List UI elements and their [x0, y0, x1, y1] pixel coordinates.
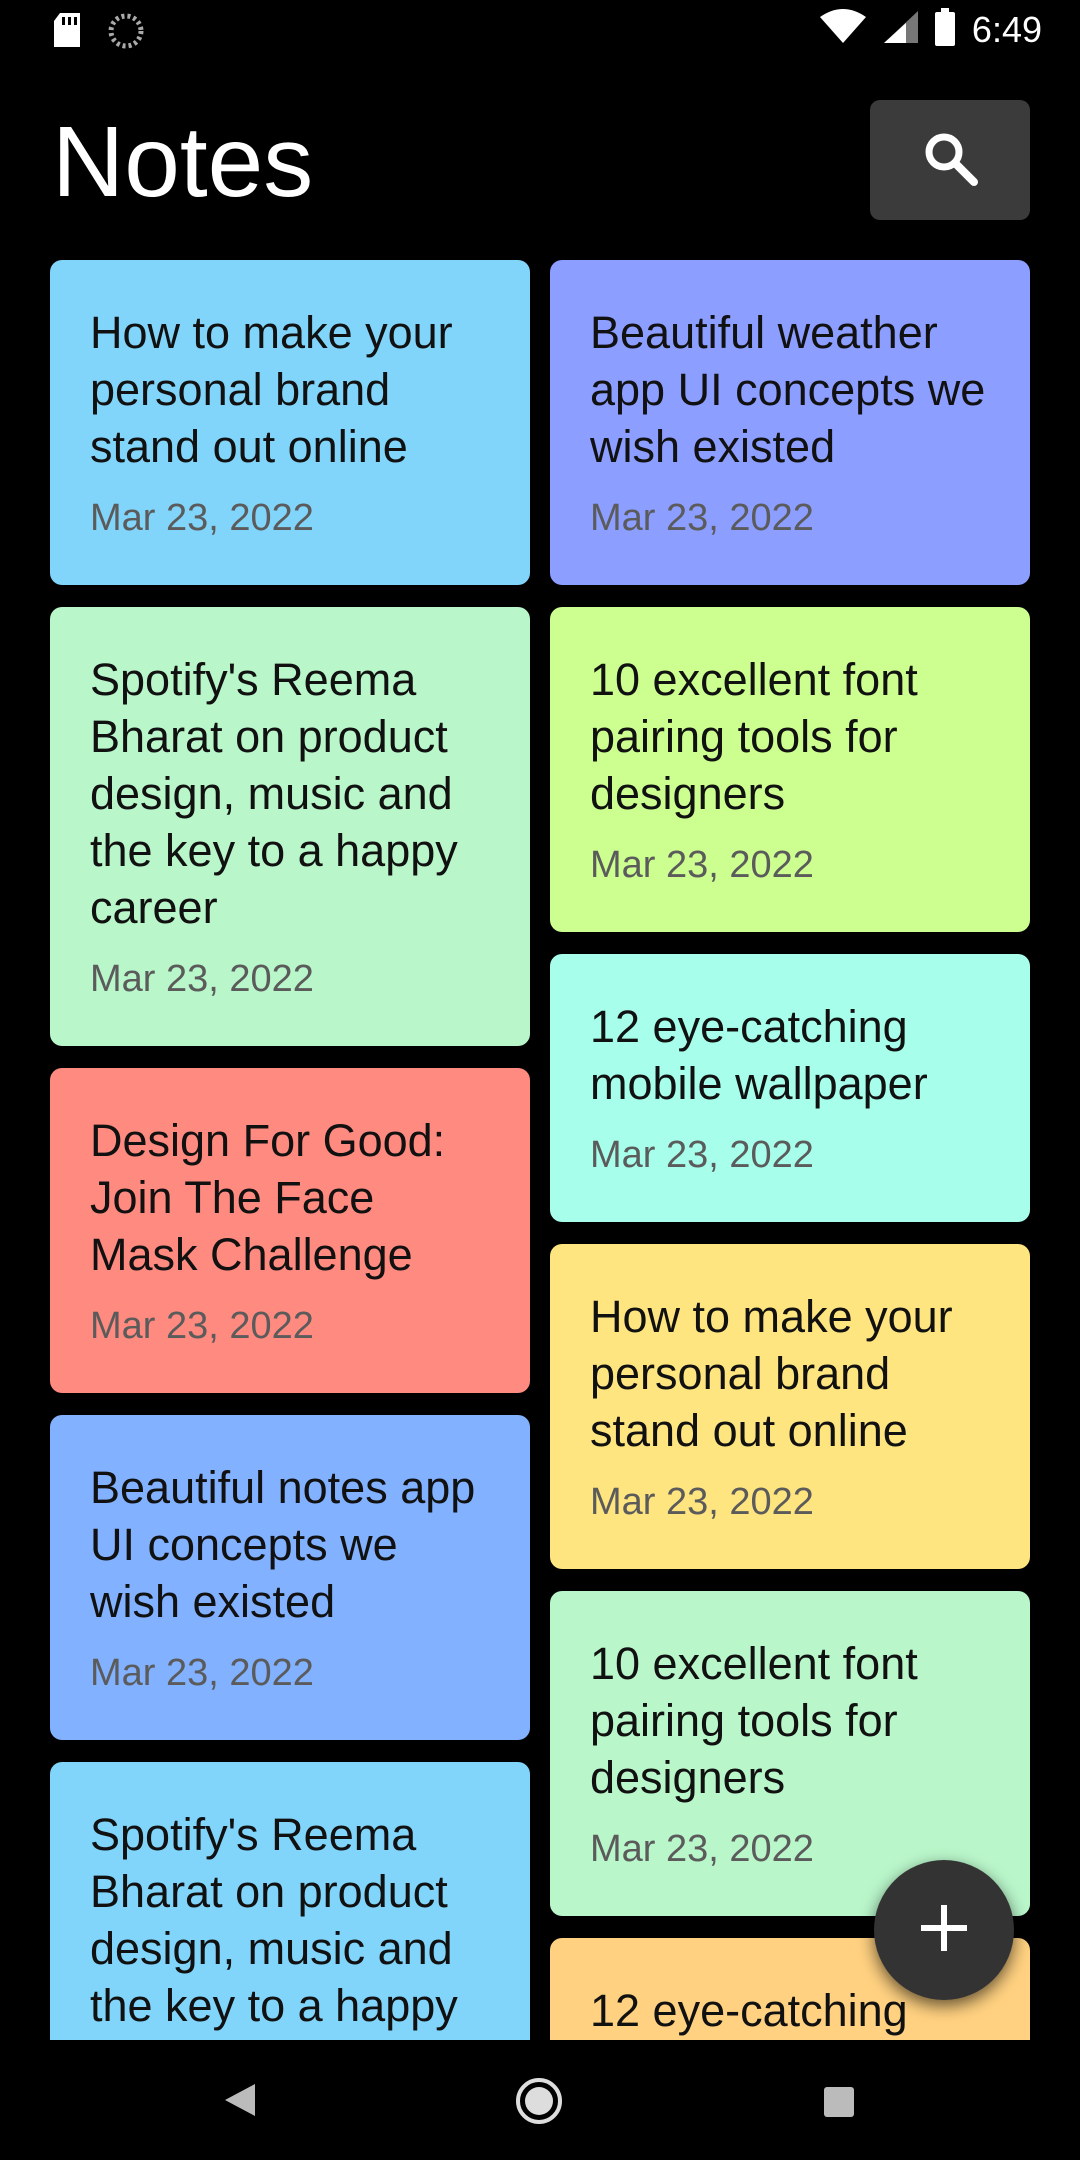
note-date: Mar 23, 2022 [590, 1481, 814, 1523]
status-bar: 6:49 [0, 0, 1080, 60]
note-title: Beautiful weather app UI concepts we wis… [590, 307, 986, 472]
note-title: 12 eye-catching mobile wallpaper [590, 1001, 928, 1109]
note-date: Mar 23, 2022 [90, 1305, 314, 1347]
back-triangle-icon[interactable] [223, 2082, 257, 2123]
note-card[interactable]: Design For Good: Join The Face Mask Chal… [50, 1068, 530, 1393]
sd-card-icon [52, 13, 82, 54]
note-title: Spotify's Reema Bharat on product design… [90, 654, 458, 933]
notes-column-right: Beautiful weather app UI concepts we wis… [550, 260, 1030, 2040]
notes-grid: How to make your personal brand stand ou… [50, 260, 1030, 2040]
note-card[interactable]: 12 eye-catching mobile wallpaper Mar 23, … [550, 954, 1030, 1222]
note-card[interactable]: Beautiful weather app UI concepts we wis… [550, 260, 1030, 585]
cell-signal-icon [882, 9, 918, 50]
note-title: How to make your personal brand stand ou… [590, 1291, 953, 1456]
clock: 6:49 [971, 8, 1042, 50]
plus-icon [919, 1903, 969, 1958]
notes-column-left: How to make your personal brand stand ou… [50, 260, 530, 2040]
note-card[interactable]: Spotify's Reema Bharat on product design… [50, 607, 530, 1046]
search-icon [920, 128, 980, 193]
note-date: Mar 23, 2022 [590, 844, 814, 886]
note-date: Mar 23, 2022 [90, 958, 314, 1000]
sync-spinner-icon [108, 13, 144, 54]
wifi-icon [819, 9, 866, 50]
note-title: 10 excellent font pairing tools for desi… [590, 1638, 918, 1803]
note-title: 10 excellent font pairing tools for desi… [590, 654, 918, 819]
home-circle-icon[interactable] [515, 2077, 563, 2130]
note-title: Design For Good: Join The Face Mask Chal… [90, 1115, 446, 1280]
battery-icon [934, 8, 956, 51]
note-card[interactable]: Beautiful notes app UI concepts we wish … [50, 1415, 530, 1740]
system-nav-bar [0, 2040, 1080, 2160]
note-date: Mar 23, 2022 [90, 497, 314, 539]
add-note-button[interactable] [874, 1860, 1014, 2000]
note-card[interactable]: How to make your personal brand stand ou… [50, 260, 530, 585]
note-title: How to make your personal brand stand ou… [90, 307, 453, 472]
recents-square-icon[interactable] [823, 2086, 855, 2123]
note-card[interactable]: 10 excellent font pairing tools for desi… [550, 607, 1030, 932]
search-button[interactable] [870, 100, 1030, 220]
note-card[interactable]: How to make your personal brand stand ou… [550, 1244, 1030, 1569]
note-title: Spotify's Reema Bharat on product design… [90, 1809, 458, 2040]
note-date: Mar 23, 2022 [590, 497, 814, 539]
note-date: Mar 23, 2022 [90, 1652, 314, 1694]
page-title: Notes [52, 106, 314, 218]
note-title: Beautiful notes app UI concepts we wish … [90, 1462, 476, 1627]
note-card[interactable]: Spotify's Reema Bharat on product design… [50, 1762, 530, 2040]
note-date: Mar 23, 2022 [590, 1134, 814, 1176]
